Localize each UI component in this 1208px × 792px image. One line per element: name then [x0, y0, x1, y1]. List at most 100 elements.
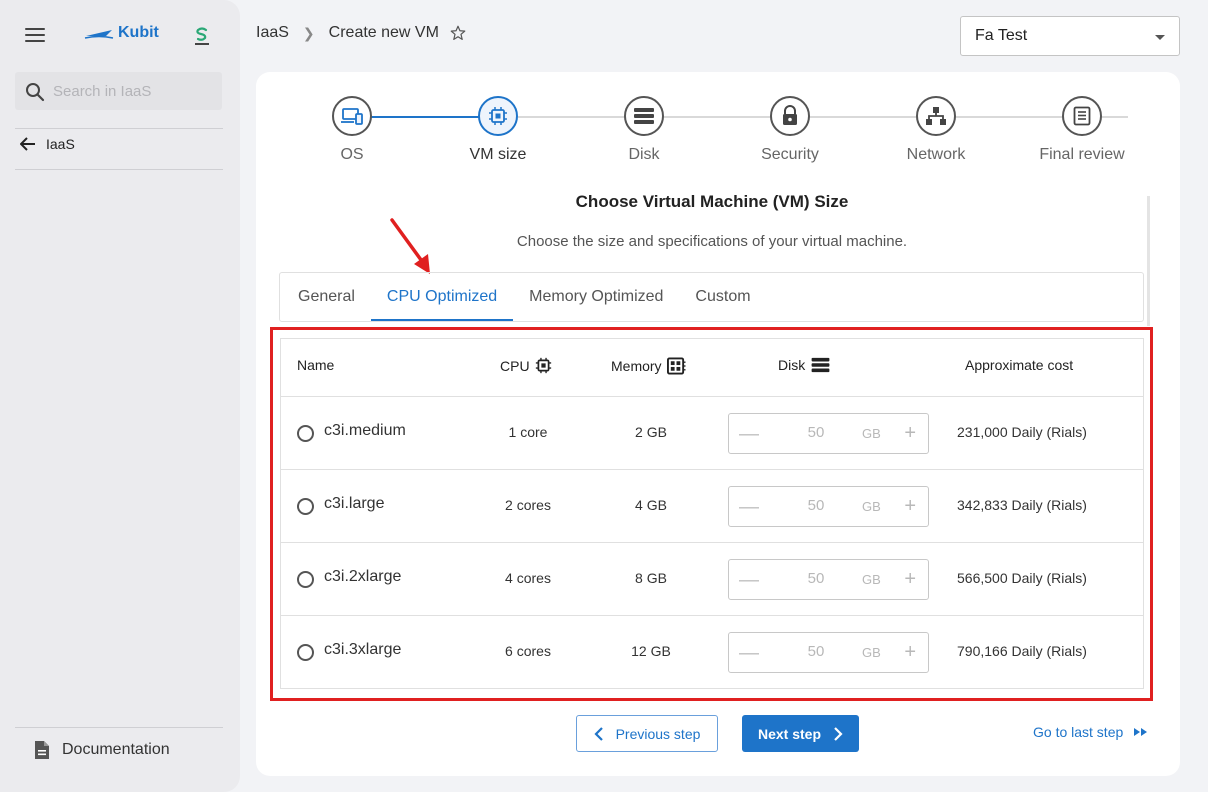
disk-value[interactable]: 50 — [801, 643, 831, 660]
vm-memory: 2 GB — [635, 424, 667, 440]
back-to-iaas-link[interactable]: IaaS — [20, 136, 75, 152]
divider — [15, 169, 223, 170]
vm-memory: 12 GB — [631, 643, 671, 659]
sidebar: Kubit IaaS Documentation — [0, 0, 240, 792]
step-label: Disk — [628, 146, 660, 163]
disk-unit: GB — [862, 426, 881, 441]
documentation-label: Documentation — [62, 741, 170, 758]
tenant-select[interactable]: Fa Test — [960, 16, 1180, 56]
plus-icon[interactable]: + — [904, 568, 916, 590]
document-icon — [35, 741, 49, 759]
col-name: Name — [297, 357, 335, 373]
memory-icon — [666, 357, 686, 375]
documentation-link[interactable]: Documentation — [34, 740, 170, 760]
vm-name: c3i.large — [324, 495, 385, 512]
disk-size-stepper[interactable]: — 50 GB + — [728, 486, 929, 527]
chevron-right-icon: ❯ — [302, 24, 315, 41]
tab-memory-optimized[interactable]: Memory Optimized — [513, 273, 679, 321]
previous-step-button[interactable]: Previous step — [576, 715, 718, 752]
step-label: VM size — [469, 146, 527, 163]
table-row[interactable]: c3i.3xlarge 6 cores 12 GB — 50 GB + 790,… — [281, 616, 1143, 689]
step-label: Security — [761, 146, 819, 163]
table-row[interactable]: c3i.2xlarge 4 cores 8 GB — 50 GB + 566,5… — [281, 543, 1143, 616]
vm-cpu: 2 cores — [505, 497, 551, 513]
search-icon — [26, 83, 45, 102]
storage-icon — [811, 357, 830, 373]
breadcrumb: IaaS ❯ Create new VM — [256, 24, 467, 42]
table-header: Name CPU Memory Disk Approximate cost — [281, 339, 1143, 397]
vm-cost: 231,000 Daily (Rials) — [957, 424, 1087, 440]
step-label: Final review — [1039, 146, 1125, 163]
minus-icon[interactable]: — — [739, 643, 759, 663]
minus-icon[interactable]: — — [739, 424, 759, 444]
minus-icon[interactable]: — — [739, 497, 759, 517]
step-vm-size[interactable]: VM size — [438, 96, 558, 164]
storage-icon — [624, 96, 664, 136]
plus-icon[interactable]: + — [904, 422, 916, 444]
lock-icon — [770, 96, 810, 136]
vm-cpu: 6 cores — [505, 643, 551, 659]
step-security[interactable]: Security — [730, 96, 850, 164]
wizard-stepper: OS VM size Disk Security Network Final r… — [256, 96, 1180, 166]
vm-cpu: 4 cores — [505, 570, 551, 586]
step-label: Network — [906, 146, 966, 163]
plus-icon[interactable]: + — [904, 495, 916, 517]
go-to-last-step-label: Go to last step — [1033, 724, 1124, 740]
vm-cost: 790,166 Daily (Rials) — [957, 643, 1087, 659]
tab-custom[interactable]: Custom — [679, 273, 766, 321]
row-radio[interactable] — [297, 425, 314, 442]
cpu-chip-icon — [478, 96, 518, 136]
back-label: IaaS — [46, 136, 75, 152]
menu-icon[interactable] — [25, 28, 45, 44]
divider — [15, 727, 223, 728]
review-list-icon — [1062, 96, 1102, 136]
col-cpu: CPU — [500, 357, 552, 374]
table-row[interactable]: c3i.medium 1 core 2 GB — 50 GB + 231,000… — [281, 397, 1143, 470]
search-input[interactable] — [53, 78, 213, 104]
step-disk[interactable]: Disk — [584, 96, 704, 164]
col-memory: Memory — [611, 357, 686, 375]
vm-memory: 8 GB — [635, 570, 667, 586]
devices-icon — [332, 96, 372, 136]
disk-value[interactable]: 50 — [801, 570, 831, 587]
page-title: Choose Virtual Machine (VM) Size — [575, 192, 849, 211]
row-radio[interactable] — [297, 498, 314, 515]
disk-unit: GB — [862, 499, 881, 514]
kubit-logo[interactable]: Kubit — [84, 24, 159, 42]
chevron-right-icon — [834, 726, 843, 741]
next-step-button[interactable]: Next step — [742, 715, 859, 752]
disk-size-stepper[interactable]: — 50 GB + — [728, 413, 929, 454]
vm-name: c3i.2xlarge — [324, 568, 402, 585]
step-label: OS — [340, 146, 364, 163]
star-icon[interactable] — [449, 24, 467, 42]
step-final-review[interactable]: Final review — [1022, 96, 1142, 164]
tab-general[interactable]: General — [280, 273, 371, 321]
breadcrumb-iaas[interactable]: IaaS — [256, 24, 289, 42]
next-step-label: Next step — [757, 725, 822, 742]
row-radio[interactable] — [297, 644, 314, 661]
go-to-last-step-link[interactable]: Go to last step — [1033, 724, 1149, 740]
disk-value[interactable]: 50 — [801, 497, 831, 514]
plus-icon[interactable]: + — [904, 641, 916, 663]
disk-unit: GB — [862, 572, 881, 587]
chevron-left-icon — [594, 726, 603, 741]
vm-memory: 4 GB — [635, 497, 667, 513]
disk-value[interactable]: 50 — [801, 424, 831, 441]
breadcrumb-current: Create new VM — [328, 24, 439, 41]
vm-name: c3i.3xlarge — [324, 641, 402, 658]
row-radio[interactable] — [297, 571, 314, 588]
step-network[interactable]: Network — [876, 96, 996, 164]
tenant-value: Fa Test — [975, 27, 1028, 44]
step-os[interactable]: OS — [292, 96, 412, 164]
table-row[interactable]: c3i.large 2 cores 4 GB — 50 GB + 342,833… — [281, 470, 1143, 543]
tab-cpu-optimized[interactable]: CPU Optimized — [370, 273, 514, 321]
vm-cpu: 1 core — [508, 424, 548, 440]
disk-size-stepper[interactable]: — 50 GB + — [728, 632, 929, 673]
annotation-arrow-icon — [390, 218, 430, 274]
minus-icon[interactable]: — — [739, 570, 759, 590]
caret-down-icon — [1155, 35, 1165, 40]
scrollbar[interactable] — [1147, 196, 1150, 326]
disk-size-stepper[interactable]: — 50 GB + — [728, 559, 929, 600]
boat-icon — [84, 30, 114, 39]
search-field[interactable] — [15, 72, 222, 110]
